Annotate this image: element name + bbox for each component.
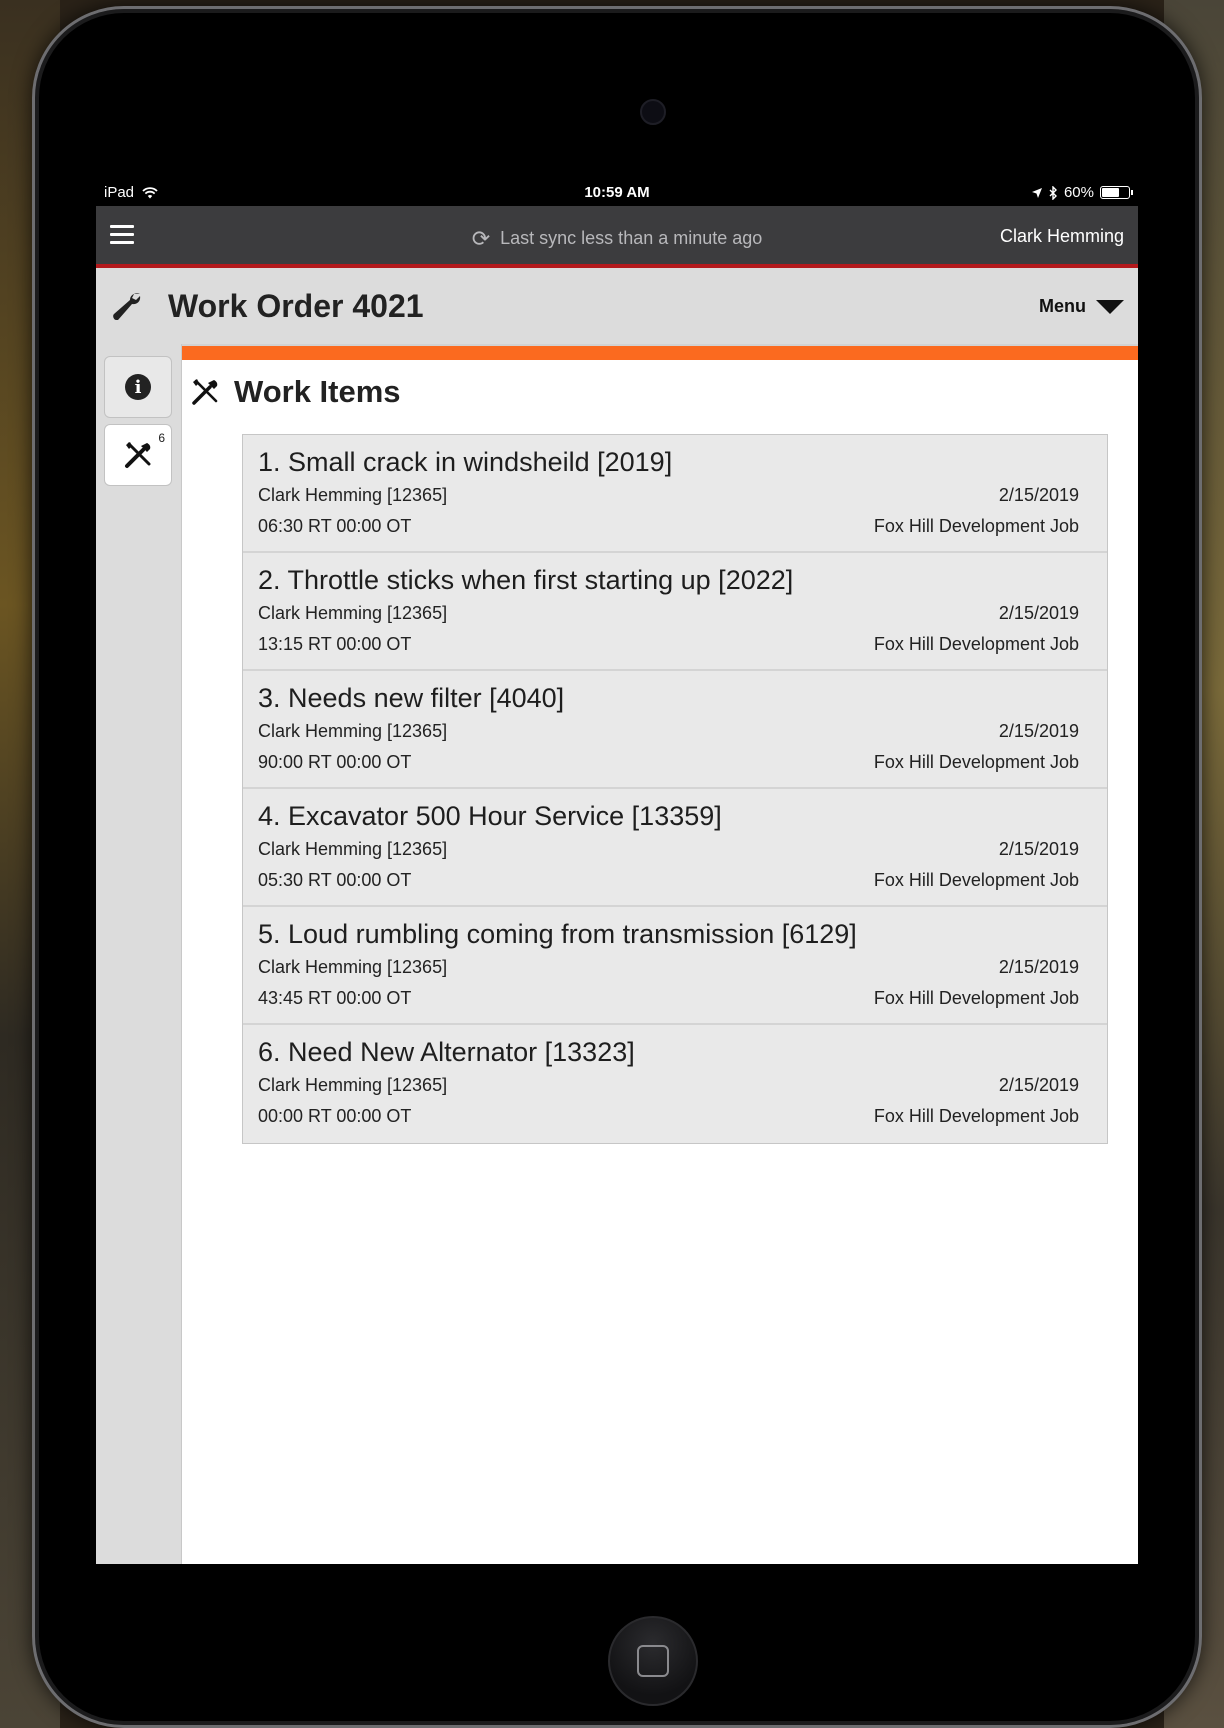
sync-text: Last sync less than a minute ago [500, 228, 763, 248]
tab-info[interactable]: i [104, 356, 172, 418]
side-tab-bar: i 6 [96, 344, 182, 1564]
work-item-title: 2. Throttle sticks when first starting u… [258, 565, 794, 595]
work-item-date: 2/15/2019 [998, 485, 1079, 505]
section-title: Work Items [234, 374, 401, 409]
work-item-hours: 05:30 RT 00:00 OT [258, 870, 412, 890]
menu-dropdown-button[interactable]: Menu [1039, 296, 1124, 317]
work-item-technician: Clark Hemming [12365] [258, 721, 448, 741]
list-item[interactable]: 4. Excavator 500 Hour Service [13359] Cl… [243, 789, 1107, 907]
work-item-title: 4. Excavator 500 Hour Service [13359] [258, 801, 722, 831]
work-item-job: Fox Hill Development Job [873, 516, 1079, 536]
work-item-date: 2/15/2019 [998, 1075, 1079, 1095]
sync-icon[interactable]: ⟳ [472, 226, 490, 252]
menu-label: Menu [1039, 296, 1086, 316]
sync-status: ⟳ Last sync less than a minute ago [96, 226, 1138, 252]
work-item-date: 2/15/2019 [998, 839, 1079, 859]
user-name[interactable]: Clark Hemming [1000, 226, 1124, 247]
work-item-date: 2/15/2019 [998, 603, 1079, 623]
list-item[interactable]: 2. Throttle sticks when first starting u… [243, 553, 1107, 671]
work-item-hours: 90:00 RT 00:00 OT [258, 752, 412, 772]
caret-down-icon [1096, 299, 1124, 314]
location-arrow-icon [1031, 187, 1042, 198]
home-button[interactable] [608, 1616, 698, 1706]
battery-icon [1100, 186, 1133, 199]
info-icon: i [125, 374, 151, 400]
work-items-count-badge: 6 [158, 431, 165, 445]
work-item-hours: 00:00 RT 00:00 OT [258, 1106, 412, 1126]
work-item-technician: Clark Hemming [12365] [258, 603, 448, 623]
app-screen: iPad 10:59 AM 60% ⟳ Last sync less than a… [96, 178, 1138, 1564]
section-header: Work Items [190, 374, 401, 410]
page-title: Work Order 4021 [168, 288, 424, 324]
front-camera [640, 99, 666, 125]
bluetooth-icon [1049, 185, 1057, 200]
app-top-bar: ⟳ Last sync less than a minute ago Clark … [96, 206, 1138, 268]
list-item[interactable]: 5. Loud rumbling coming from transmissio… [243, 907, 1107, 1025]
work-item-date: 2/15/2019 [998, 721, 1079, 741]
work-item-job: Fox Hill Development Job [873, 752, 1079, 772]
work-item-technician: Clark Hemming [12365] [258, 1075, 448, 1095]
tools-icon [125, 442, 151, 468]
work-items-list: 1. Small crack in windsheild [2019] Clar… [242, 434, 1108, 1144]
tab-work-items[interactable]: 6 [104, 424, 172, 486]
work-item-hours: 06:30 RT 00:00 OT [258, 516, 412, 536]
list-item[interactable]: 1. Small crack in windsheild [2019] Clar… [243, 435, 1107, 553]
work-item-hours: 13:15 RT 00:00 OT [258, 634, 412, 654]
work-item-job: Fox Hill Development Job [873, 634, 1079, 654]
work-item-title: 3. Needs new filter [4040] [258, 683, 565, 713]
status-time: 10:59 AM [584, 184, 650, 201]
work-item-job: Fox Hill Development Job [873, 870, 1079, 890]
work-item-technician: Clark Hemming [12365] [258, 957, 448, 977]
work-item-technician: Clark Hemming [12365] [258, 839, 448, 859]
battery-percent: 60% [1063, 184, 1094, 201]
work-item-hours: 43:45 RT 00:00 OT [258, 988, 412, 1008]
work-item-job: Fox Hill Development Job [873, 988, 1079, 1008]
accent-bar [182, 344, 1138, 360]
work-item-title: 5. Loud rumbling coming from transmissio… [258, 919, 857, 949]
list-item[interactable]: 6. Need New Alternator [13323] Clark Hem… [243, 1025, 1107, 1143]
tools-icon [192, 379, 218, 405]
work-item-technician: Clark Hemming [12365] [258, 485, 448, 505]
main-content: Work Items 1. Small crack in windsheild … [182, 344, 1138, 1564]
work-item-date: 2/15/2019 [998, 957, 1079, 977]
wrench-icon [113, 293, 141, 320]
work-item-title: 6. Need New Alternator [13323] [258, 1037, 635, 1067]
list-item[interactable]: 3. Needs new filter [4040] Clark Hemming… [243, 671, 1107, 789]
status-bar: iPad 10:59 AM 60% [96, 178, 1138, 206]
work-item-job: Fox Hill Development Job [873, 1106, 1079, 1126]
work-order-header: Work Order 4021 Menu [96, 268, 1138, 344]
work-item-title: 1. Small crack in windsheild [2019] [258, 447, 673, 477]
